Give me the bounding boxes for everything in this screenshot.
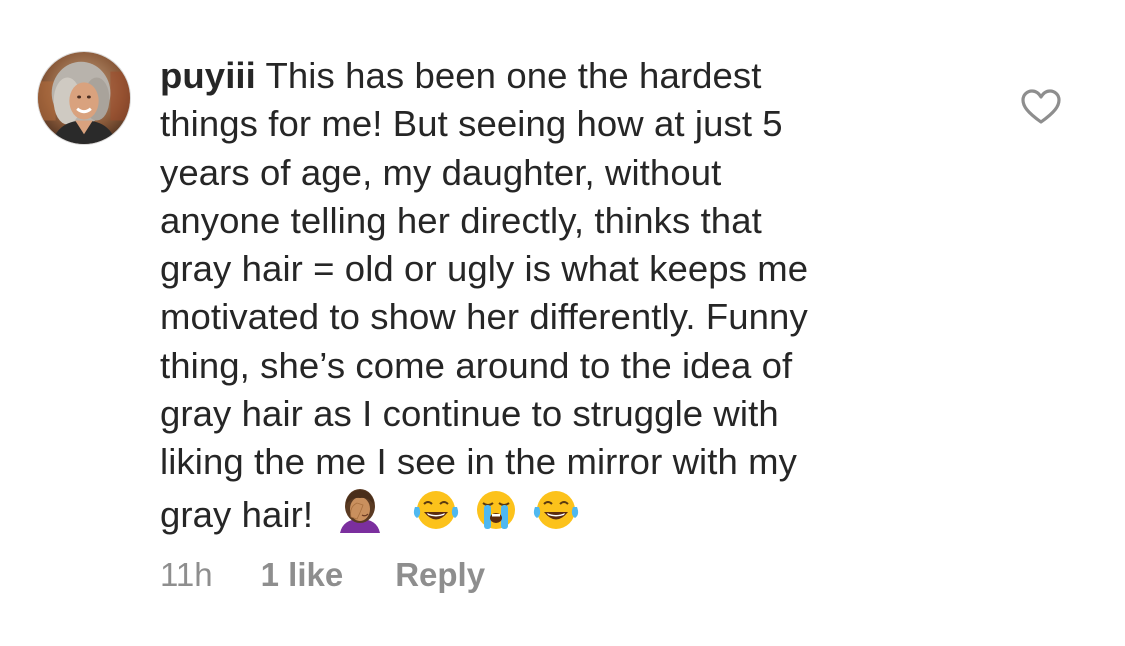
tears-of-joy-emoji	[531, 487, 581, 533]
woman-facepalming-emoji	[335, 487, 385, 533]
loudly-crying-emoji	[471, 487, 521, 533]
comment-line-3: years of age, my daughter, without	[160, 151, 722, 193]
comment-line-8: gray hair as I continue to struggle with	[160, 393, 779, 435]
comment-line-1: puyiii This has been one the hardest	[160, 52, 950, 100]
comment-line-10: gray hair!	[160, 487, 950, 539]
comment-line-5: gray hair = old or ugly is what keeps me	[160, 248, 809, 290]
comment: puyiii This has been one the hardest thi…	[0, 0, 1125, 646]
reply-button[interactable]: Reply	[395, 556, 485, 594]
comment-line-4: anyone telling her directly, thinks that	[160, 199, 762, 241]
tears-of-joy-emoji	[411, 487, 461, 533]
avatar-image	[38, 52, 130, 144]
comment-meta: 11h 1 like Reply	[160, 556, 485, 594]
avatar[interactable]	[37, 51, 131, 145]
timestamp: 11h	[160, 556, 213, 593]
comment-line-7: thing, she’s come around to the idea of	[160, 344, 793, 386]
comment-line-6: motivated to show her differently. Funny	[160, 296, 808, 338]
likes-count-button[interactable]: 1 like	[261, 556, 344, 594]
comment-text-end: gray hair!	[160, 493, 314, 535]
heart-outline-icon[interactable]	[1021, 89, 1061, 125]
comment-text: This has been one the hardest	[255, 55, 762, 96]
username[interactable]: puyiii	[160, 55, 256, 96]
comment-line-2: things for me! But seeing how at just 5	[160, 103, 783, 145]
comment-body: puyiii This has been one the hardest thi…	[160, 52, 950, 539]
comment-line-9: liking the me I see in the mirror with m…	[160, 441, 797, 483]
emoji-row	[313, 487, 581, 533]
